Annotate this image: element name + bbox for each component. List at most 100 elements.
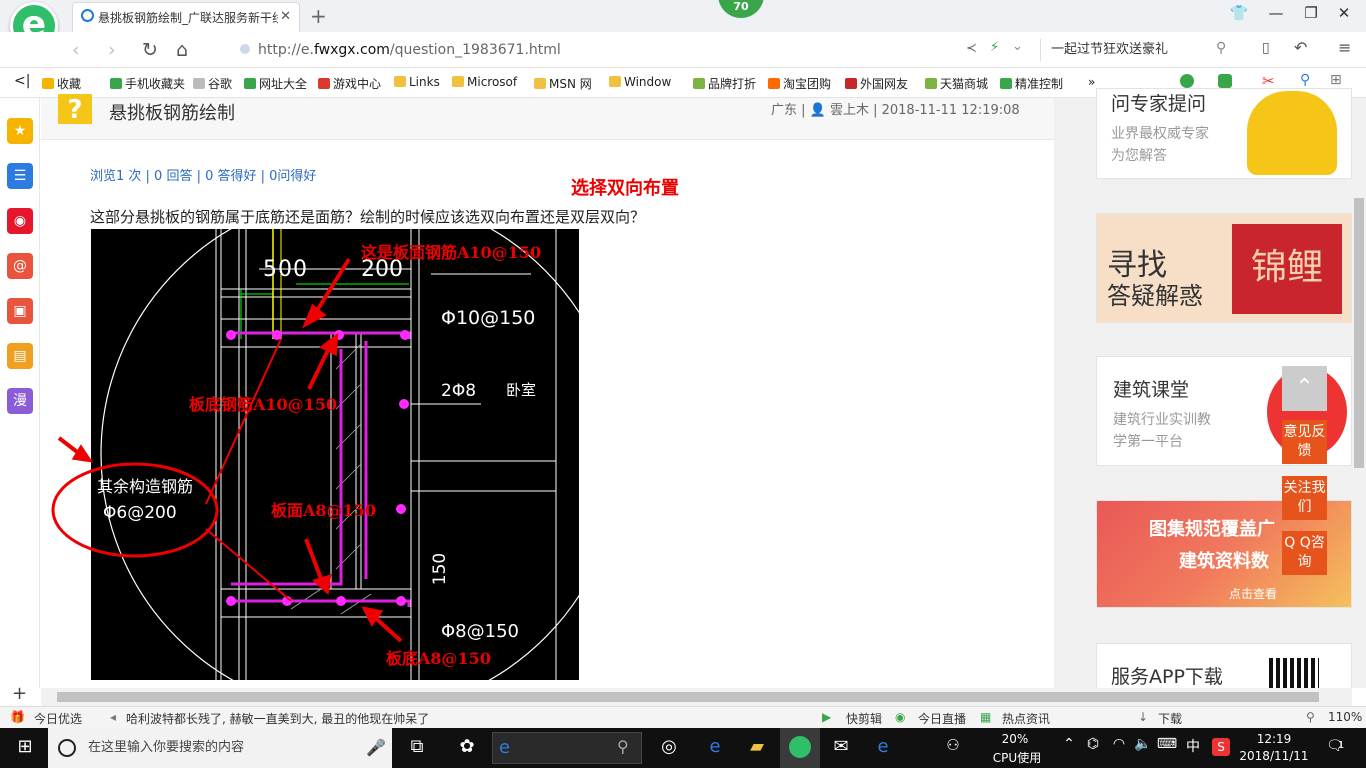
- ie-favicon-icon: [81, 9, 94, 22]
- left-sidebar: ★ ☰ ◉ @ ▣ ▤ 漫: [0, 98, 40, 688]
- bookmark-item[interactable]: 天猫商城: [925, 75, 988, 92]
- bookmark-item[interactable]: 谷歌: [193, 75, 232, 92]
- sidebar-add-icon[interactable]: +: [12, 683, 27, 704]
- home-icon[interactable]: ⌂: [176, 39, 188, 61]
- 360-app-icon[interactable]: ◎: [654, 736, 684, 757]
- sogou-icon[interactable]: S: [1212, 738, 1230, 756]
- browser-tab[interactable]: 悬挑板钢筋绘制_广联达服务新干线 ✕: [72, 2, 300, 32]
- collapse-left-icon[interactable]: <|: [14, 73, 30, 89]
- horizontal-scroll-thumb[interactable]: [57, 692, 1319, 702]
- sidebar-novel-icon[interactable]: ▤: [7, 343, 33, 369]
- mail-icon[interactable]: ✉: [826, 736, 856, 757]
- site-info-icon[interactable]: [240, 44, 250, 54]
- search-icon[interactable]: ⚲: [1216, 40, 1226, 56]
- follow-us-button[interactable]: 关注我们: [1282, 476, 1327, 520]
- share-icon[interactable]: ≺: [966, 41, 977, 56]
- zoom-level[interactable]: 110%: [1328, 710, 1362, 724]
- horizontal-scrollbar[interactable]: [41, 688, 1352, 706]
- expert-ask-card[interactable]: 问专家提问 业界最权威专家 为您解答: [1096, 88, 1352, 179]
- close-window-icon[interactable]: ✕: [1330, 4, 1358, 22]
- cpu-percent[interactable]: 20%: [990, 732, 1040, 746]
- clock-date[interactable]: 2018/11/11: [1238, 749, 1310, 763]
- browser-status-bar: 🎁 今日优选 ◂ 哈利波特都长残了, 赫敏一直美到大, 最丑的他现在帅呆了 ▶ …: [0, 706, 1366, 728]
- more-bookmarks-icon[interactable]: »: [1088, 75, 1095, 89]
- menu-icon[interactable]: ≡: [1338, 38, 1351, 57]
- today-picks[interactable]: 今日优选: [34, 710, 82, 727]
- restore-icon[interactable]: ❐: [1297, 4, 1325, 22]
- annotation-top-rebar: 这是板面钢筋A10@150: [361, 243, 542, 262]
- chevron-down-icon[interactable]: ⌄: [1012, 39, 1023, 54]
- notification-badge[interactable]: 70: [718, 0, 764, 18]
- back-icon[interactable]: ‹: [72, 39, 80, 61]
- quick-clip[interactable]: 快剪辑: [846, 710, 882, 727]
- cortana-icon[interactable]: [58, 739, 76, 757]
- find-icon[interactable]: ⚲: [1300, 72, 1310, 88]
- tab-close-icon[interactable]: ✕: [280, 9, 291, 24]
- bookmark-item[interactable]: MSN 网: [534, 75, 592, 92]
- people-icon[interactable]: ⚇: [938, 736, 968, 754]
- cpu-label: CPU使用: [992, 751, 1042, 765]
- clock-time[interactable]: 12:19: [1244, 732, 1304, 746]
- koi-banner[interactable]: 寻找 答疑解惑 锦鲤: [1096, 213, 1352, 323]
- bookmark-item[interactable]: 品牌打折: [693, 75, 756, 92]
- task-view-icon[interactable]: ⧉: [402, 736, 432, 757]
- translate-icon[interactable]: [1218, 74, 1232, 88]
- bookmark-label: 淘宝团购: [783, 77, 832, 91]
- phone-icon[interactable]: ▯: [1262, 40, 1270, 56]
- grid-icon[interactable]: ⊞: [1330, 72, 1342, 88]
- pinwheel-app-icon[interactable]: ✿: [452, 736, 482, 757]
- undo-icon[interactable]: ↶: [1294, 38, 1307, 57]
- bookmark-item[interactable]: 游戏中心: [318, 75, 381, 92]
- bookmark-item[interactable]: Links: [394, 75, 440, 89]
- forward-icon[interactable]: ›: [108, 39, 116, 61]
- annotation-select-bidirectional: 选择双向布置: [571, 178, 679, 199]
- sidebar-weibo-icon[interactable]: ◉: [7, 208, 33, 234]
- refresh-icon[interactable]: ↻: [142, 39, 158, 61]
- bookmark-item[interactable]: Window: [609, 75, 671, 89]
- shirt-skin-icon[interactable]: 👕: [1225, 4, 1253, 22]
- bookmark-item[interactable]: 网址大全: [244, 75, 307, 92]
- today-live[interactable]: 今日直播: [918, 710, 966, 727]
- news-ticker[interactable]: 哈利波特都长残了, 赫敏一直美到大, 最丑的他现在帅呆了: [126, 710, 436, 727]
- sidebar-news-icon[interactable]: ☰: [7, 163, 33, 189]
- feedback-button[interactable]: 意见反馈: [1282, 420, 1327, 464]
- microphone-icon[interactable]: 🎤: [366, 738, 386, 757]
- browser-app-active[interactable]: [780, 728, 820, 768]
- hot-news[interactable]: 热点资讯: [1002, 710, 1050, 727]
- bookmark-label: Window: [624, 75, 672, 89]
- card4-button[interactable]: 点击查看: [1229, 585, 1277, 602]
- bookmark-item[interactable]: 手机收藏夹: [110, 75, 185, 92]
- taskbar-search-input[interactable]: 在这里输入你要搜索的内容: [48, 728, 392, 768]
- taskbar-ie-app[interactable]: e ⚲: [492, 732, 642, 764]
- bookmark-item[interactable]: Microsof: [452, 75, 517, 89]
- vertical-scroll-thumb[interactable]: [1354, 198, 1364, 468]
- shield-icon[interactable]: [1180, 74, 1194, 88]
- sidebar-comic-icon[interactable]: 漫: [7, 388, 33, 414]
- url-path: /question_1983671.html: [389, 42, 561, 58]
- ime-indicator[interactable]: 中: [1178, 736, 1208, 756]
- edge-icon[interactable]: e: [700, 736, 730, 757]
- vertical-scrollbar[interactable]: [1352, 98, 1366, 688]
- qq-consult-button[interactable]: Q Q咨询: [1282, 531, 1327, 575]
- notification-count: 1: [1338, 740, 1345, 751]
- minimize-icon[interactable]: —: [1262, 4, 1290, 22]
- bookmark-item[interactable]: 淘宝团购: [768, 75, 831, 92]
- url-field[interactable]: http://e.fwxgx.com/question_1983671.html: [240, 39, 940, 61]
- bookmark-folder-icon: [318, 78, 330, 89]
- back-to-top-icon[interactable]: ⌃: [1282, 366, 1327, 411]
- bookmark-item[interactable]: 精准控制: [1000, 75, 1063, 92]
- file-explorer-icon[interactable]: ▰: [742, 736, 772, 757]
- gift-icon[interactable]: 🎁: [10, 710, 25, 724]
- new-tab-button[interactable]: +: [310, 4, 327, 28]
- download-link[interactable]: 下载: [1158, 710, 1182, 727]
- sidebar-mail-icon[interactable]: @: [7, 253, 33, 279]
- lightning-icon[interactable]: ⚡: [990, 40, 999, 55]
- windows-start-icon[interactable]: ⊞: [10, 736, 40, 757]
- sidebar-game-icon[interactable]: ▣: [7, 298, 33, 324]
- bookmark-item[interactable]: 收藏: [42, 75, 81, 92]
- search-input[interactable]: 一起过节狂欢送豪礼: [1040, 39, 1230, 61]
- sidebar-favorites-icon[interactable]: ★: [7, 118, 33, 144]
- question-stats[interactable]: 浏览1 次 | 0 回答 | 0 答得好 | 0问得好: [90, 165, 316, 184]
- bookmark-item[interactable]: 外国网友: [845, 75, 908, 92]
- ie-taskbar-icon[interactable]: e: [868, 736, 898, 757]
